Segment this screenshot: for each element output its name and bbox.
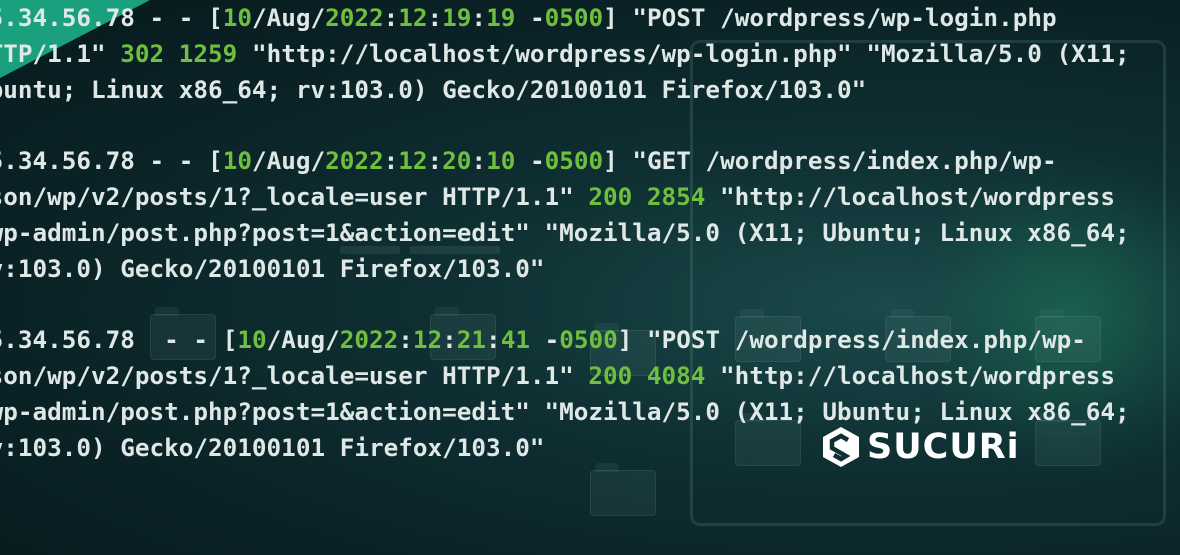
log-text-segment: :: [471, 3, 487, 32]
log-text-segment: :: [427, 146, 443, 176]
log-line: HTTP/1.1" 302 1259 "http://localhost/wor…: [0, 36, 1130, 72]
log-text-segment: /Aug/: [266, 325, 340, 355]
log-line: 15.34.56.78 - - [10/Aug/2022:12:20:10 -0…: [0, 143, 1130, 179]
log-line: json/wp/v2/posts/1?_locale=user HTTP/1.1…: [0, 358, 1130, 394]
access-log-text: 15.34.56.78 - - [10/Aug/2022:12:19:19 -0…: [0, 0, 1130, 465]
log-highlight-segment: 10: [222, 3, 252, 32]
log-line: 15.34.56.78 - - [10/Aug/2022:12:19:19 -0…: [0, 0, 1130, 36]
log-text-segment: HTTP/1.1": [0, 38, 106, 68]
log-text-segment: /Aug/: [251, 3, 326, 32]
log-highlight-segment: 0500: [559, 325, 618, 355]
log-highlight-segment: 12: [398, 3, 428, 32]
log-text-segment: /wp-admin/post.php?post=1&action=edit" "…: [0, 396, 1130, 426]
log-highlight-segment: 302 1259: [120, 38, 238, 68]
log-line: Ubuntu; Linux x86_64; rv:103.0) Gecko/20…: [0, 72, 1130, 108]
log-highlight-segment: 200 2854: [588, 181, 706, 211]
log-text-segment: "http://localhost/wordpress/wp-login.php…: [237, 38, 1130, 68]
log-text-segment: :: [383, 3, 399, 32]
log-text-segment: ] "POST /wordpress/index.php/wp-: [617, 325, 1086, 355]
log-highlight-segment: 2022: [325, 3, 384, 32]
log-text-segment: :: [398, 325, 413, 355]
log-text-segment: 15.34.56.78 - - [: [0, 3, 223, 32]
log-highlight-segment: 0500: [544, 146, 604, 176]
log-text-segment: 15.34.56.78 - - [: [0, 325, 238, 355]
log-highlight-segment: 10: [222, 146, 252, 176]
sucuri-logo: SUCURi: [821, 424, 1020, 470]
log-text-segment: ] "GET /wordpress/index.php/wp-: [603, 146, 1057, 176]
brand-name: SUCURi: [867, 427, 1020, 467]
log-highlight-segment: 10: [237, 325, 267, 355]
log-highlight-segment: 10: [486, 146, 516, 176]
log-line: json/wp/v2/posts/1?_locale=user HTTP/1.1…: [0, 179, 1130, 215]
log-text-segment: :: [427, 3, 443, 32]
log-text-segment: :: [383, 146, 399, 176]
log-highlight-segment: 0500: [544, 3, 604, 32]
log-highlight-segment: 2022: [325, 146, 384, 176]
log-text-segment: :: [442, 325, 457, 355]
log-text-segment: ] "POST /wordpress/wp-login.php: [603, 3, 1057, 32]
log-text-segment: "http://localhost/wordpress: [705, 360, 1115, 390]
log-line: /wp-admin/post.php?post=1&action=edit" "…: [0, 215, 1130, 251]
log-text-segment: "http://localhost/wordpress: [705, 181, 1115, 211]
log-text-segment: rv:103.0) Gecko/20100101 Firefox/103.0": [0, 253, 545, 283]
log-line: 15.34.56.78 - - [10/Aug/2022:12:21:41 -0…: [0, 322, 1130, 358]
log-text-segment: -: [515, 3, 545, 32]
log-text-segment: :: [486, 325, 501, 355]
log-line: rv:103.0) Gecko/20100101 Firefox/103.0": [0, 251, 1130, 287]
log-text-segment: :: [471, 146, 487, 176]
log-text-segment: /Aug/: [251, 146, 326, 176]
log-highlight-segment: 21: [456, 325, 487, 355]
log-highlight-segment: 2022: [339, 325, 399, 355]
log-highlight-segment: 12: [412, 325, 443, 355]
sucuri-logo-icon: [823, 427, 859, 467]
log-text-segment: rv:103.0) Gecko/20100101 Firefox/103.0": [0, 432, 545, 462]
log-text-segment: Ubuntu; Linux x86_64; rv:103.0) Gecko/20…: [0, 74, 867, 104]
log-highlight-segment: 12: [398, 146, 428, 176]
log-text-segment: -: [515, 146, 545, 176]
log-text-segment: /wp-admin/post.php?post=1&action=edit" "…: [0, 217, 1130, 247]
log-text-segment: -: [529, 325, 560, 355]
log-text-segment: json/wp/v2/posts/1?_locale=user HTTP/1.1…: [0, 360, 589, 390]
log-text-segment: json/wp/v2/posts/1?_locale=user HTTP/1.1…: [0, 181, 589, 211]
log-highlight-segment: 19: [442, 3, 472, 32]
log-text-segment: 15.34.56.78 - - [: [0, 146, 223, 176]
log-highlight-segment: 20: [442, 146, 472, 176]
log-highlight-segment: 41: [500, 325, 530, 355]
log-highlight-segment: 19: [486, 3, 516, 32]
folder-icon: [590, 463, 656, 516]
log-highlight-segment: 200 4084: [588, 360, 706, 390]
